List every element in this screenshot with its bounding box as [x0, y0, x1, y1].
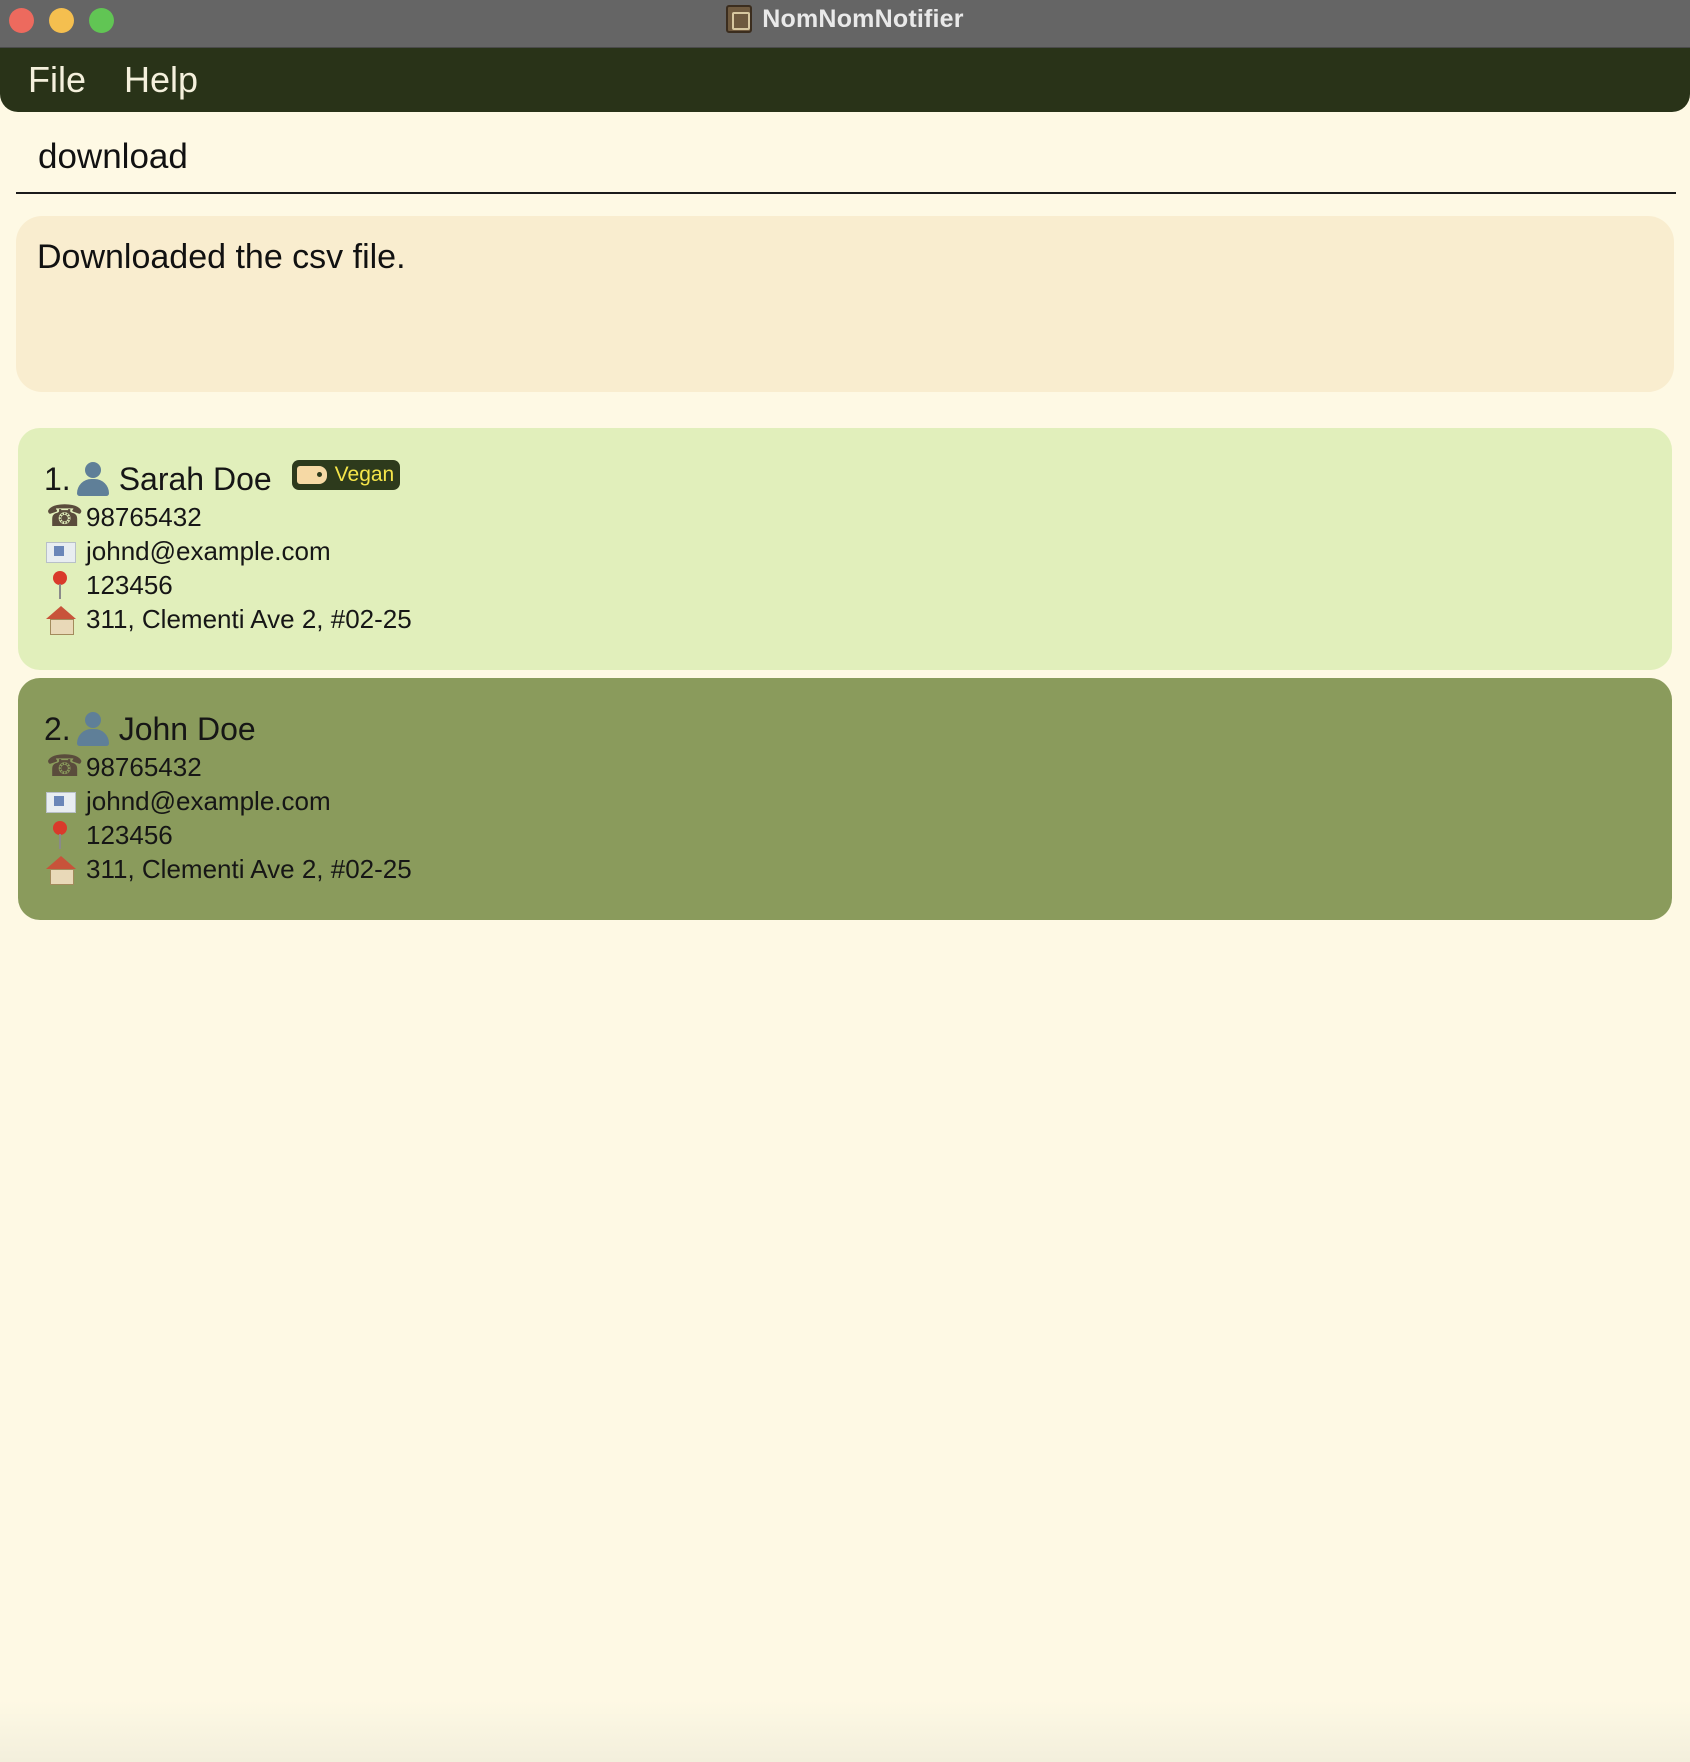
- postal-row: 123456: [44, 568, 173, 602]
- tag-label: Vegan: [334, 463, 395, 486]
- phone-row: 98765432: [44, 499, 202, 534]
- menu-file[interactable]: File: [28, 59, 86, 101]
- tag-badge: Vegan: [291, 460, 401, 490]
- house-icon: [44, 604, 78, 635]
- notebook-icon: [726, 5, 753, 33]
- person-name: Sarah Doe: [118, 460, 272, 497]
- email-row: johnd@example.com: [44, 534, 331, 568]
- address: 311, Clementi Ave 2, #02-25: [86, 603, 412, 634]
- title-bar: NomNomNotifier: [0, 0, 1690, 48]
- person-card-selected[interactable]: 2. John Doe 98765432 johnd@example.com 1…: [18, 678, 1672, 920]
- menu-bar: File Help: [0, 48, 1690, 112]
- result-display: Downloaded the csv file.: [16, 216, 1674, 392]
- pin-icon: [44, 820, 78, 850]
- phone-number: 98765432: [86, 501, 202, 532]
- person-card-header: 2. John Doe: [44, 710, 256, 748]
- postal-code: 123456: [86, 819, 173, 850]
- command-input[interactable]: [36, 134, 1636, 180]
- person-card[interactable]: 1. Sarah Doe Vegan 98765432 johnd@exampl…: [18, 428, 1672, 670]
- person-icon: [75, 460, 111, 498]
- email-address: johnd@example.com: [86, 785, 331, 816]
- person-index: 2.: [44, 710, 71, 747]
- window-title: NomNomNotifier: [762, 4, 964, 33]
- postal-row: 123456: [44, 818, 173, 852]
- person-icon: [75, 710, 111, 748]
- address: 311, Clementi Ave 2, #02-25: [86, 853, 412, 884]
- phone-number: 98765432: [86, 751, 202, 782]
- phone-icon: [44, 499, 83, 534]
- command-box: [16, 118, 1676, 194]
- phone-icon: [44, 749, 83, 784]
- tag-icon: [296, 466, 327, 484]
- postal-code: 123456: [86, 569, 173, 600]
- email-icon: [44, 536, 78, 566]
- phone-row: 98765432: [44, 749, 202, 784]
- email-row: johnd@example.com: [44, 784, 331, 818]
- address-row: 311, Clementi Ave 2, #02-25: [44, 602, 412, 636]
- email-address: johnd@example.com: [86, 535, 331, 566]
- window-title-area: NomNomNotifier: [0, 0, 1690, 38]
- result-message: Downloaded the csv file.: [37, 238, 406, 276]
- person-index: 1.: [44, 460, 71, 497]
- menu-help[interactable]: Help: [124, 59, 198, 101]
- address-row: 311, Clementi Ave 2, #02-25: [44, 852, 412, 886]
- person-name: John Doe: [118, 710, 256, 747]
- pin-icon: [44, 570, 78, 600]
- email-icon: [44, 786, 78, 816]
- person-card-header: 1. Sarah Doe Vegan: [44, 460, 401, 498]
- house-icon: [44, 854, 78, 885]
- bottom-fade: [0, 1700, 1690, 1762]
